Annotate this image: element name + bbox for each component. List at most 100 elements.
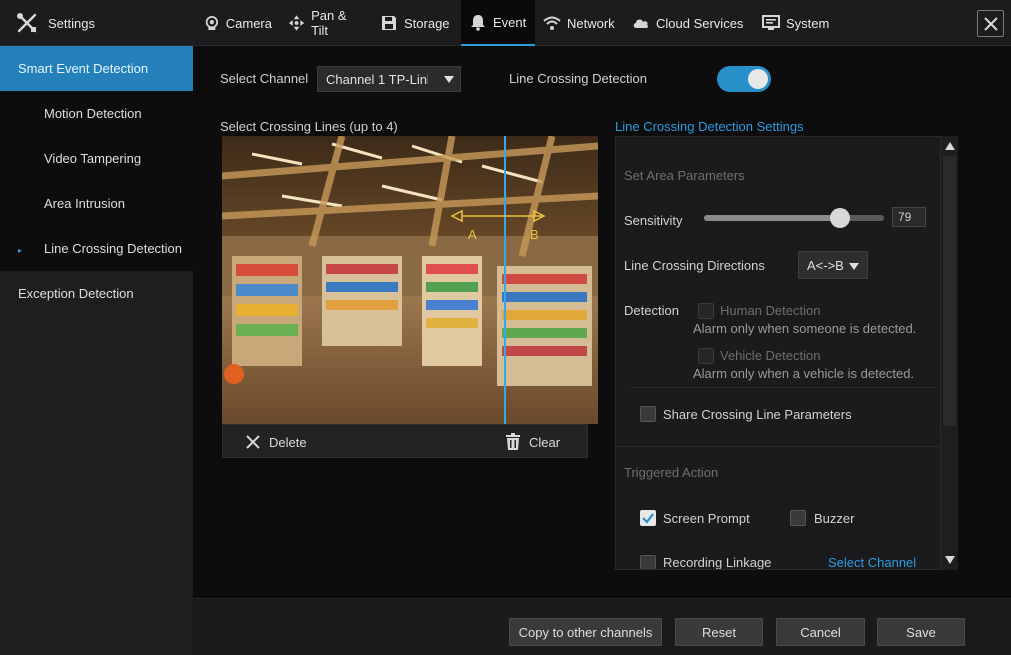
sensitivity-label: Sensitivity [624,213,683,228]
video-toolbar: Delete Clear [222,424,588,458]
channel-value: Channel 1 TP-Link IP [326,71,450,87]
delete-label: Delete [269,434,307,450]
sidebar-item-exception-detection[interactable]: Exception Detection [0,271,193,316]
monitor-icon [762,15,780,30]
delete-button[interactable]: Delete [245,425,307,459]
toggle-knob [748,69,768,89]
human-detection-label: Human Detection [720,303,821,318]
feature-label: Line Crossing Detection [509,71,648,86]
current-indicator-icon: ▸ [18,246,23,255]
trash-icon [506,433,520,450]
buzzer-label: Buzzer [814,511,855,526]
share-parameters-label: Share Crossing Line Parameters [663,407,852,422]
chevron-down-icon [849,263,859,270]
triggered-action-label: Triggered Action [624,465,719,480]
settings-panel-title: Line Crossing Detection Settings [615,119,804,134]
directions-value: A<->B [807,257,844,273]
sidebar: Smart Event Detection Motion Detection V… [0,46,193,655]
human-hint: Alarm only when someone is detected. [693,321,917,336]
tab-network[interactable]: Network [535,0,624,46]
area-params-label: Set Area Parameters [624,168,745,183]
screen-prompt-label: Screen Prompt [663,511,750,526]
slider-thumb[interactable] [830,208,850,228]
recording-linkage-label: Recording Linkage [663,555,772,570]
vehicle-detection-label: Vehicle Detection [720,348,821,363]
camera-icon [205,16,218,30]
buzzer-checkbox[interactable] [790,510,806,526]
scroll-thumb[interactable] [943,156,956,426]
clear-label: Clear [529,434,561,450]
close-icon [246,435,260,449]
screen-prompt-checkbox[interactable] [640,510,656,526]
line-label-a: A [468,227,477,242]
pan-tilt-icon [288,15,305,31]
app-window: Settings Camera Pan & Tilt Storage Event… [0,0,1011,655]
sidebar-item-label: Motion Detection [44,106,142,121]
sidebar-item-label: Area Intrusion [44,196,125,211]
tab-system[interactable]: System [754,0,838,46]
sidebar-item-smart-event-detection[interactable]: Smart Event Detection [0,46,193,91]
close-button[interactable] [977,10,1004,37]
tools-icon [17,13,37,33]
tab-storage[interactable]: Storage [372,0,461,46]
cancel-button[interactable]: Cancel [776,618,865,646]
top-bar: Settings Camera Pan & Tilt Storage Event… [0,0,1011,46]
line-crossing-toggle[interactable] [717,66,771,92]
human-detection-checkbox[interactable] [698,303,714,319]
select-channel-label: Select Channel [220,71,309,86]
storage-icon [382,16,396,30]
directions-label: Line Crossing Directions [624,258,765,273]
reset-button[interactable]: Reset [675,618,763,646]
sensitivity-slider[interactable] [704,208,884,228]
checkmark-icon [642,513,654,524]
wifi-icon [543,16,561,30]
tab-label: Storage [404,15,450,31]
select-channel-link[interactable]: Select Channel [828,555,916,569]
tab-pan-tilt[interactable]: Pan & Tilt [280,0,372,46]
slider-fill [704,215,846,221]
sensitivity-value[interactable]: 79 [892,207,926,227]
scroll-down-icon[interactable] [945,556,955,564]
settings-panel: Set Area Parameters Sensitivity 79 Line … [615,136,941,570]
channel-select[interactable]: Channel 1 TP-Link IP [317,66,461,92]
sidebar-item-line-crossing-detection[interactable]: ▸ Line Crossing Detection [0,226,193,271]
copy-to-other-channels-button[interactable]: Copy to other channels [509,618,662,646]
vehicle-hint: Alarm only when a vehicle is detected. [693,366,915,381]
cloud-icon [633,19,649,28]
tab-label: Event [493,14,527,30]
sidebar-item-area-intrusion[interactable]: Area Intrusion [0,181,193,226]
tab-label: Pan & Tilt [311,8,347,38]
save-button[interactable]: Save [877,618,965,646]
sidebar-item-label: Exception Detection [18,286,134,301]
tab-camera[interactable]: Camera [196,0,280,46]
chevron-down-icon [444,76,454,83]
sidebar-item-label: Smart Event Detection [18,61,149,76]
scroll-up-icon[interactable] [945,142,955,150]
tab-label: Cloud Services [656,15,744,31]
settings-label: Settings [48,15,95,31]
sidebar-item-label: Video Tampering [44,151,142,166]
tab-label: System [786,15,830,31]
sidebar-item-video-tampering[interactable]: Video Tampering [0,136,193,181]
recording-linkage-checkbox[interactable] [640,555,656,569]
sidebar-item-label: Line Crossing Detection [44,241,183,256]
tab-label: Network [567,15,615,31]
directions-select[interactable]: A<->B [798,251,868,279]
tab-event[interactable]: Event [461,0,535,46]
crossing-lines-label: Select Crossing Lines (up to 4) [220,119,398,134]
main-tabs: Camera Pan & Tilt Storage Event Network … [196,0,838,46]
divider [616,446,940,447]
close-icon [983,16,998,31]
detection-label: Detection [624,303,679,318]
bell-icon [471,15,485,31]
clear-button[interactable]: Clear [505,425,560,459]
settings-title: Settings [16,0,95,46]
camera-preview[interactable]: A B [222,136,598,424]
tab-label: Camera [225,15,272,31]
share-parameters-checkbox[interactable] [640,406,656,422]
settings-scrollbar[interactable] [941,136,958,570]
tab-cloud-services[interactable]: Cloud Services [624,0,754,46]
sidebar-item-motion-detection[interactable]: Motion Detection [0,91,193,136]
vehicle-detection-checkbox[interactable] [698,348,714,364]
line-label-b: B [530,227,539,242]
